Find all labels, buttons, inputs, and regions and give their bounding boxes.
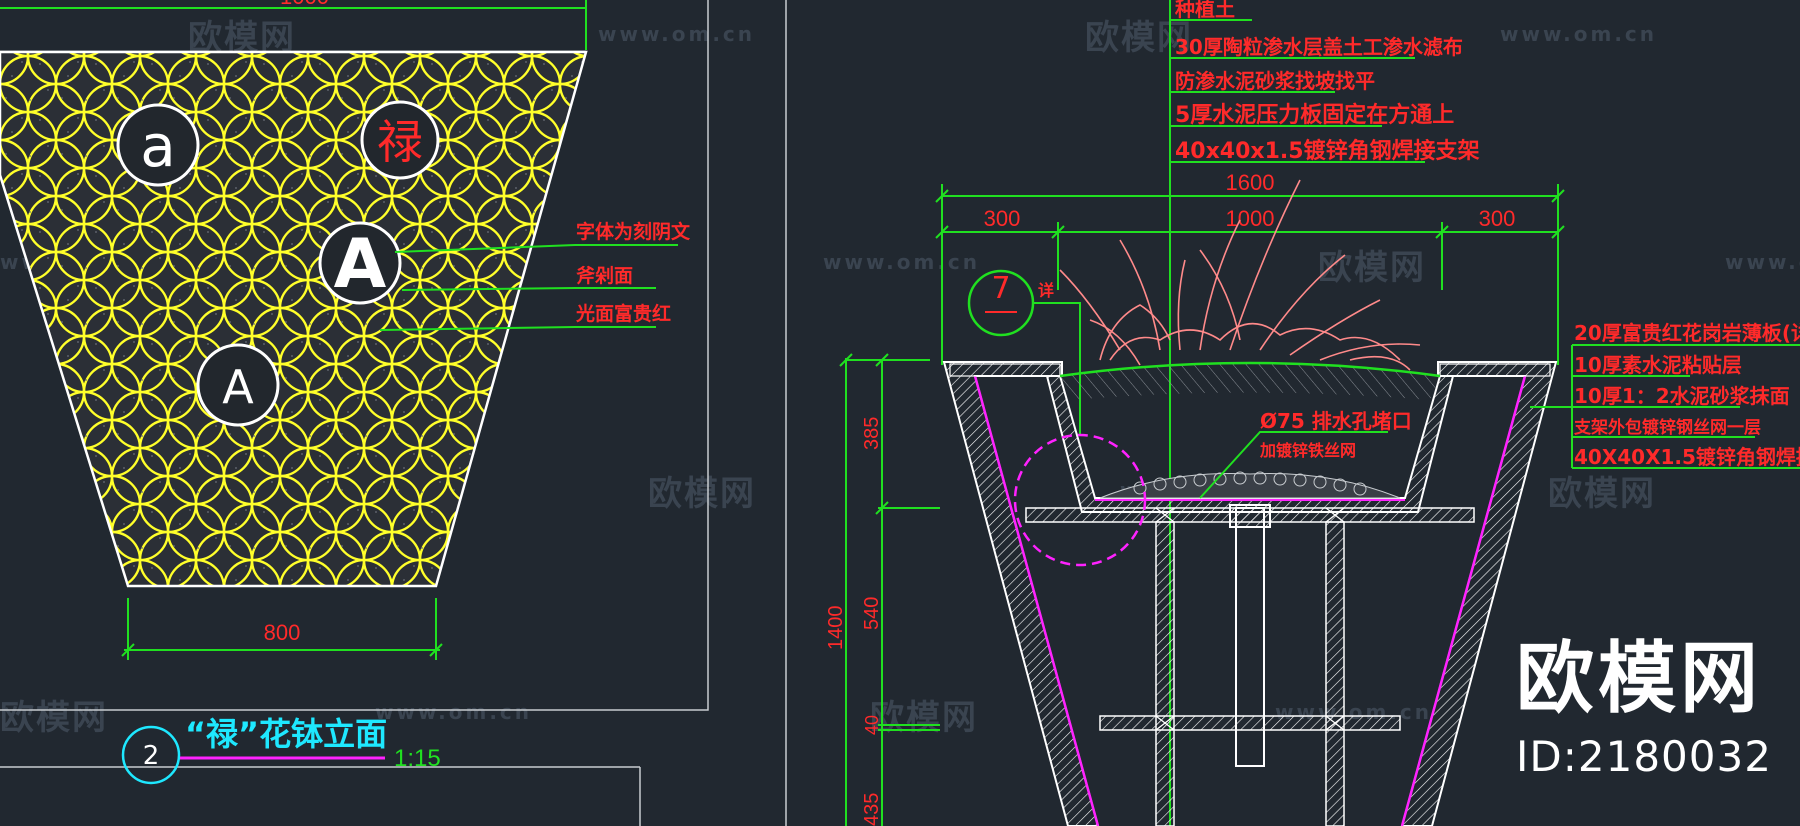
vdim-385: 385 xyxy=(861,417,883,450)
vdim-40: 40 xyxy=(862,715,882,735)
section-note: 30厚陶粒渗水层盖土工渗水滤布 xyxy=(1175,35,1463,59)
brand-name: 欧模网 xyxy=(1516,634,1763,724)
material-note: 支架外包镀锌钢丝网一层 xyxy=(1574,417,1761,438)
support-brace xyxy=(1099,715,1401,731)
material-note: 10厚1：2水泥砂浆抹面 xyxy=(1574,384,1790,408)
leader-note: 斧剁面 xyxy=(576,264,633,287)
brand-id: ID:2180032 xyxy=(1516,732,1772,781)
drain-note: 加镀锌铁丝网 xyxy=(1259,441,1356,460)
medallion-lu-char: 禄 xyxy=(377,115,423,169)
dim-left: 300 xyxy=(984,206,1021,231)
leader-note: 字体为刻阴文 xyxy=(576,220,691,243)
support-beam xyxy=(1025,507,1475,523)
medallion-a-letter: a xyxy=(140,112,176,180)
dim-bottom-label: 800 xyxy=(264,620,301,645)
leader-note: 光面富贵红 xyxy=(575,302,671,325)
drain-note: Ø75 排水孔堵口 xyxy=(1260,409,1412,433)
vdim-540: 540 xyxy=(861,597,883,630)
title-text: “禄”花钵立面 xyxy=(185,715,387,753)
vase-elevation-pattern xyxy=(0,50,588,588)
section-note: 40x40x1.5镀锌角钢焊接支架 xyxy=(1175,138,1480,164)
detail-ref-suffix: 详 xyxy=(1038,281,1054,300)
brand-watermark: 欧模网 ID:2180032 xyxy=(1516,640,1772,781)
section-note: 防渗水泥砂浆找坡找平 xyxy=(1175,69,1375,93)
medallion-A-letter: A xyxy=(222,360,254,414)
title-scale: 1:15 xyxy=(394,745,441,772)
section-note: 5厚水泥压力板固定在方通上 xyxy=(1175,102,1454,128)
section-note: 种植土 xyxy=(1174,0,1235,21)
material-note: 10厚素水泥粘贴层 xyxy=(1574,353,1742,377)
material-note: 20厚富贵红花岗岩薄板(详立面) xyxy=(1574,321,1800,345)
left-elevation: 1000 a 禄 A A 字体为刻阴文 斧剁面 光面富贵红 800 2 “禄” xyxy=(0,0,787,826)
vdim-1400: 1400 xyxy=(825,606,847,651)
title-number: 2 xyxy=(143,741,160,771)
material-note: 40X40X1.5镀锌角钢焊接支架 xyxy=(1574,445,1800,469)
support-post-right xyxy=(1325,521,1345,826)
dim-right: 300 xyxy=(1479,206,1516,231)
support-post-left xyxy=(1155,521,1175,826)
dim-total: 1600 xyxy=(1226,170,1275,195)
vdim-435: 435 xyxy=(861,793,883,826)
detail-ref-number: 7 xyxy=(991,271,1010,306)
medallion-A-bold-letter: A xyxy=(334,225,387,304)
dim-mid: 1000 xyxy=(1226,206,1275,231)
dim-top-label: 1000 xyxy=(280,0,329,9)
